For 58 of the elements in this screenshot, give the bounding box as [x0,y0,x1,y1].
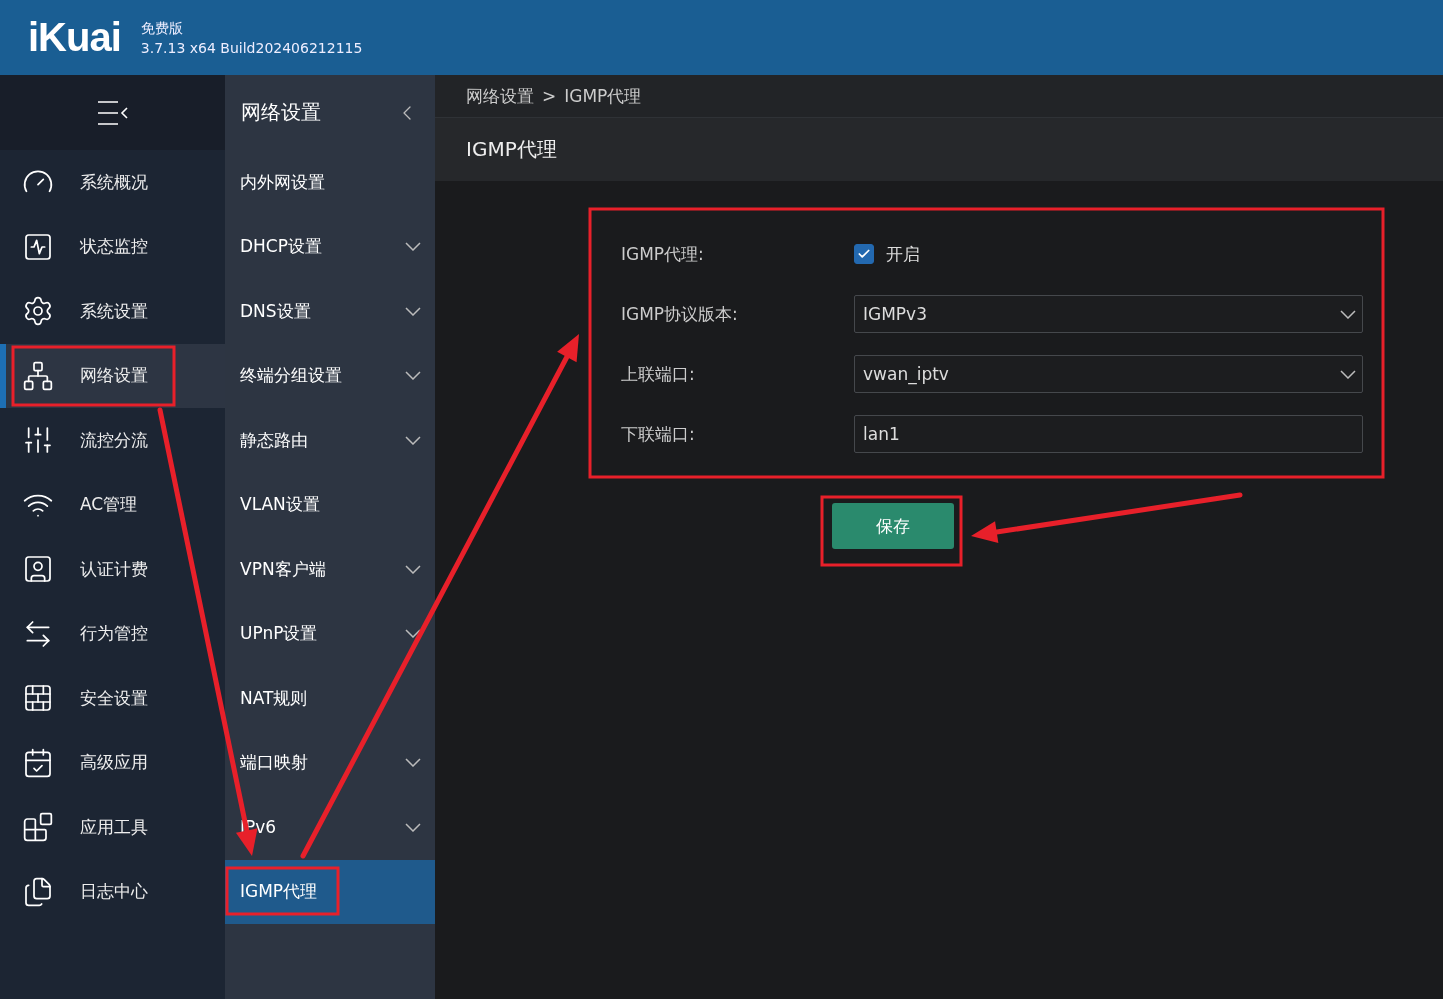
submenu-item[interactable]: DNS设置 [225,279,435,344]
select-field[interactable]: vwan_iptv [854,355,1363,393]
files-icon [22,875,54,908]
input-field[interactable]: lan1 [854,415,1363,453]
sidebar-item[interactable]: 网络设置 [0,343,225,408]
breadcrumb-separator: > [542,86,557,106]
submenu-item[interactable]: IGMP代理 [225,859,435,924]
chevron-down-icon [405,306,421,316]
submenu-item[interactable]: VLAN设置 [225,472,435,537]
breadcrumb-item[interactable]: 网络设置 [466,84,534,108]
settings-icon [22,295,54,328]
page-title: IGMP代理 [466,136,557,163]
sidebar-item[interactable]: 行为管控 [0,601,225,666]
sidebar-item[interactable]: 高级应用 [0,730,225,795]
version-label: 3.7.13 x64 Build202406212115 [140,39,363,56]
chevron-down-icon [405,564,421,574]
chevron-down-icon [405,822,421,832]
submenu-item[interactable]: NAT规则 [225,666,435,731]
submenu-item[interactable]: 终端分组设置 [225,343,435,408]
submenu-item[interactable]: 静态路由 [225,408,435,473]
field-label: 下联端口: [621,422,696,446]
chevron-down-icon [405,629,421,639]
checkbox-label: 开启 [886,242,920,266]
menu-collapse-icon[interactable] [96,99,129,126]
calendar-check-icon [22,746,54,779]
sidebar-item[interactable]: 日志中心 [0,859,225,924]
chevron-down-icon [405,435,421,445]
sidebar-item[interactable]: 安全设置 [0,666,225,731]
network-icon [22,359,54,392]
check-icon [857,247,871,261]
submenu-item[interactable]: VPN客户端 [225,537,435,602]
save-button[interactable]: 保存 [832,503,954,549]
submenu-item[interactable]: UPnP设置 [225,601,435,666]
field-label: 上联端口: [621,362,696,386]
submenu-title: 网络设置 [241,99,321,126]
logo: iKuai [28,15,121,60]
submenu-item[interactable]: 端口映射 [225,730,435,795]
select-field[interactable]: IGMPv3 [854,295,1363,333]
checkbox[interactable] [854,244,874,264]
field-label: IGMP代理: [621,242,705,266]
sidebar-item[interactable]: 应用工具 [0,795,225,860]
chevron-down-icon [405,758,421,768]
submenu-item[interactable]: 内外网设置 [225,150,435,215]
sidebar-item[interactable]: 状态监控 [0,214,225,279]
chevron-down-icon [405,371,421,381]
sidebar-item[interactable]: 系统概况 [0,150,225,215]
edition-label: 免费版 [140,19,184,38]
sidebar-item[interactable]: AC管理 [0,472,225,537]
chevron-down-icon [1340,309,1356,319]
sidebar-item[interactable]: 认证计费 [0,537,225,602]
blocks-icon [22,811,54,844]
sidebar-item[interactable]: 系统设置 [0,279,225,344]
breadcrumb-item[interactable]: IGMP代理 [564,84,642,108]
sidebar-item[interactable]: 流控分流 [0,408,225,473]
chevron-down-icon [405,242,421,252]
field-label: IGMP协议版本: [621,302,739,326]
chevron-down-icon [1340,369,1356,379]
submenu-item[interactable]: DHCP设置 [225,214,435,279]
